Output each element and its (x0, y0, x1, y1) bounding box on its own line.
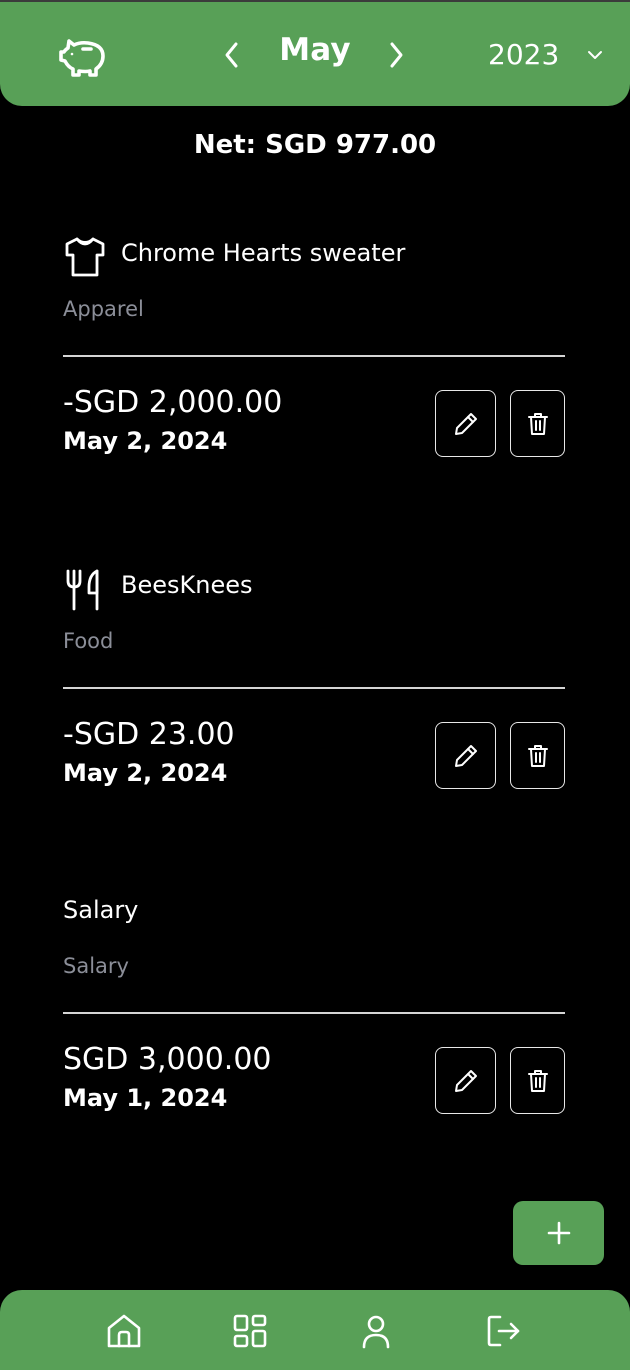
divider (63, 1012, 565, 1014)
shirt-icon (63, 235, 107, 279)
logout-icon (487, 1315, 520, 1347)
nav-profile-button[interactable] (356, 1311, 396, 1351)
edit-button[interactable] (435, 390, 496, 457)
trash-icon (527, 412, 548, 435)
transaction-title: Chrome Hearts sweater (121, 239, 406, 267)
utensils-icon (63, 567, 107, 611)
transaction-amount: SGD 3,000.00 (63, 1042, 272, 1077)
nav-home-button[interactable] (104, 1311, 144, 1351)
transaction-date: May 2, 2024 (63, 759, 228, 787)
transaction-card: Chrome Hearts sweater Apparel -SGD 2,000… (63, 233, 565, 457)
divider (63, 687, 565, 689)
user-icon (362, 1315, 390, 1349)
transaction-category: Salary (63, 954, 129, 978)
bottom-nav (0, 1290, 630, 1370)
divider (63, 355, 565, 357)
pencil-icon (454, 1069, 477, 1092)
transaction-amount: -SGD 2,000.00 (63, 385, 283, 420)
year-select[interactable]: 2023 (470, 32, 615, 78)
transaction-date: May 1, 2024 (63, 1084, 228, 1112)
delete-button[interactable] (510, 722, 565, 789)
year-value: 2023 (488, 38, 560, 71)
plus-icon (547, 1221, 570, 1245)
delete-button[interactable] (510, 1047, 565, 1114)
transaction-date: May 2, 2024 (63, 427, 228, 455)
month-label: May (279, 32, 351, 68)
chevron-right-icon (390, 42, 403, 68)
chevron-left-icon (225, 42, 238, 68)
add-transaction-button[interactable] (513, 1201, 604, 1265)
transaction-card: BeesKnees Food -SGD 23.00 May 2, 2024 (63, 565, 565, 789)
trash-icon (527, 744, 548, 767)
next-month-button[interactable] (384, 40, 408, 70)
top-header: May 2023 (0, 0, 630, 106)
piggy-bank-icon[interactable] (58, 36, 108, 78)
nav-logout-button[interactable] (484, 1311, 524, 1351)
previous-month-button[interactable] (220, 40, 244, 70)
pencil-icon (454, 744, 477, 767)
home-icon (107, 1314, 141, 1348)
trash-icon (527, 1069, 548, 1092)
delete-button[interactable] (510, 390, 565, 457)
edit-button[interactable] (435, 1047, 496, 1114)
dashboard-icon (233, 1314, 267, 1348)
edit-button[interactable] (435, 722, 496, 789)
transaction-amount: -SGD 23.00 (63, 717, 235, 752)
chevron-down-icon (588, 51, 602, 59)
transaction-title: BeesKnees (121, 571, 253, 599)
pencil-icon (454, 412, 477, 435)
transaction-title: Salary (63, 896, 139, 924)
transaction-category: Food (63, 629, 114, 653)
transaction-card: Salary Salary SGD 3,000.00 May 1, 2024 (63, 890, 565, 1114)
net-total: Net: SGD 977.00 (193, 130, 437, 160)
nav-dashboard-button[interactable] (230, 1311, 270, 1351)
transaction-category: Apparel (63, 297, 144, 321)
